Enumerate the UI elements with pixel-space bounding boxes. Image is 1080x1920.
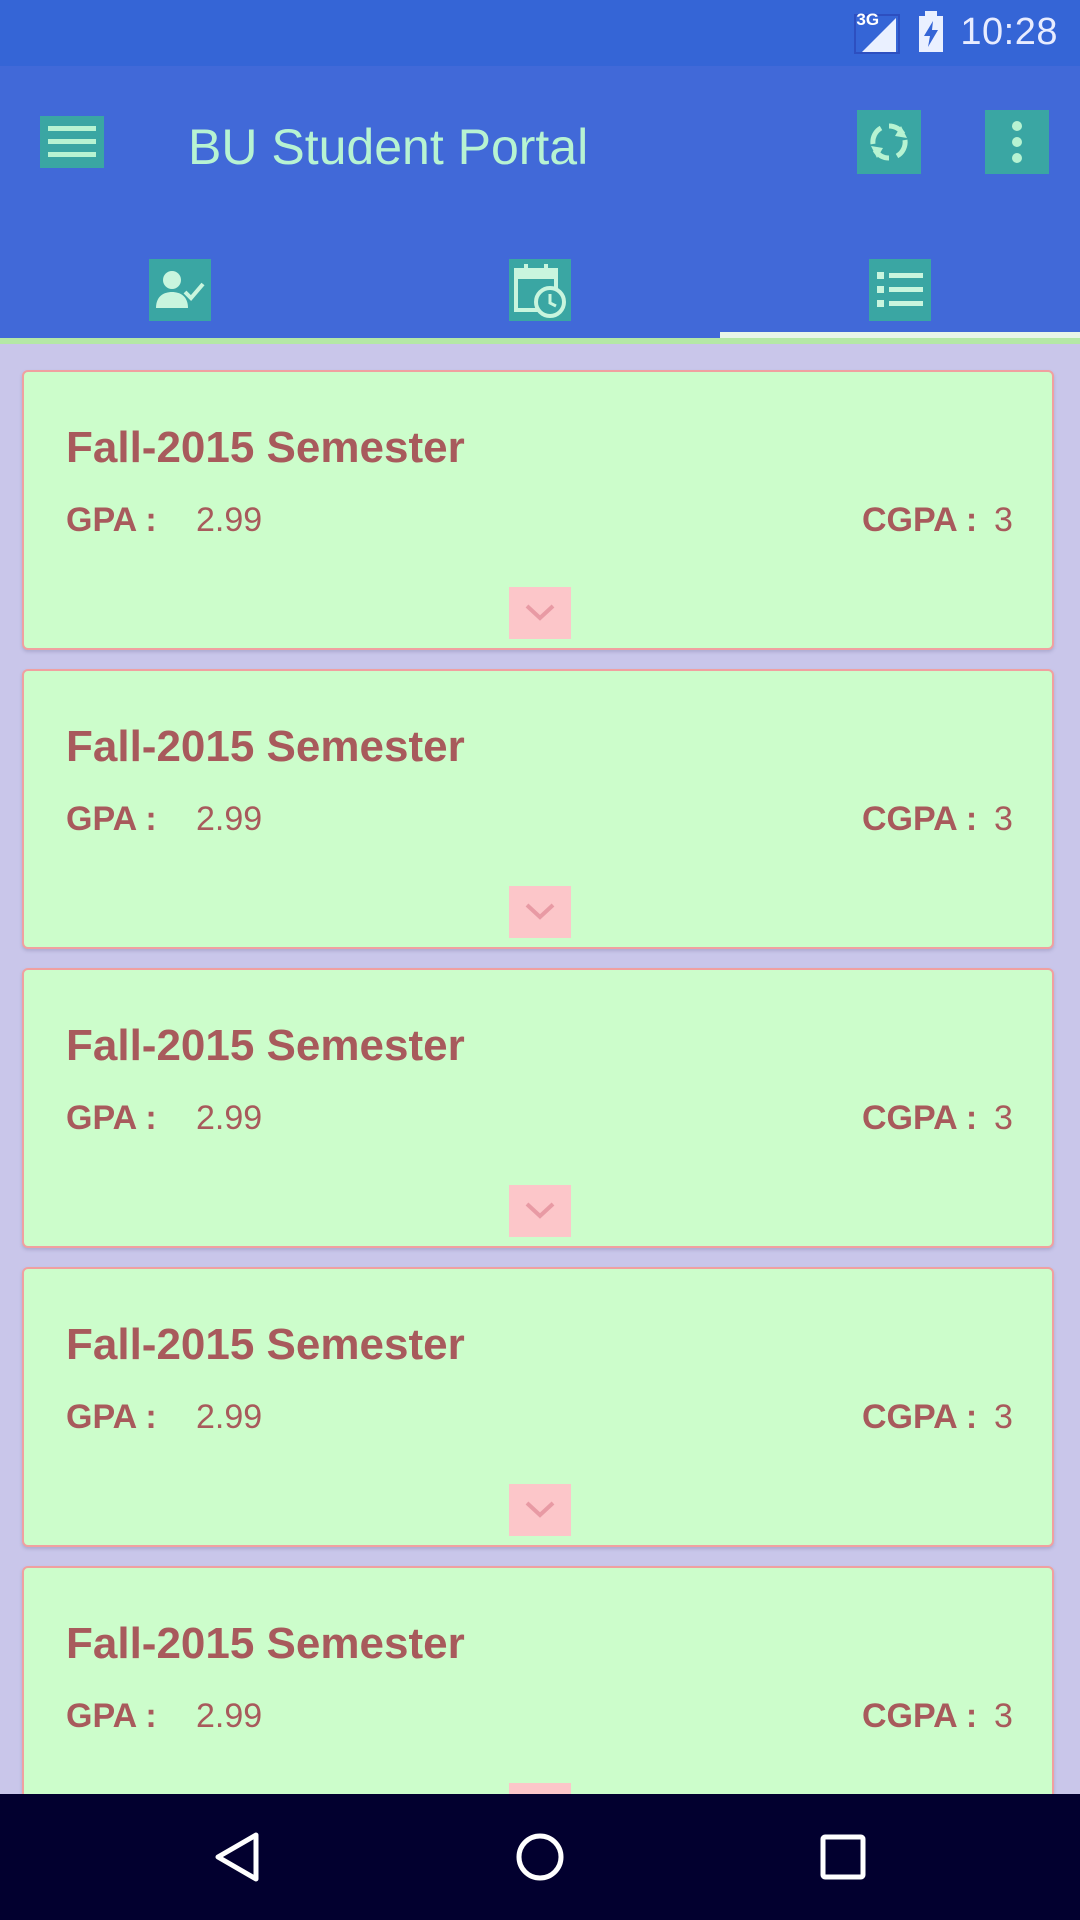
gpa-value: 2.99	[196, 800, 263, 838]
cgpa-value: 3	[994, 1697, 1013, 1735]
tab-profile[interactable]	[0, 244, 360, 336]
expand-button[interactable]	[509, 886, 571, 938]
home-button[interactable]	[505, 1822, 575, 1892]
battery-icon	[916, 11, 946, 53]
semester-card[interactable]: Fall-2015 Semester GPA : 2.99 CGPA : 3	[22, 1267, 1054, 1547]
status-icons: 3G 10:28	[854, 10, 1058, 54]
recent-apps-icon	[820, 1834, 866, 1880]
cgpa-value: 3	[994, 1398, 1013, 1436]
status-time: 10:28	[960, 10, 1058, 53]
semester-card[interactable]: Fall-2015 Semester GPA : 2.99 CGPA : 3	[22, 968, 1054, 1248]
recent-apps-button[interactable]	[808, 1822, 878, 1892]
gpa-value: 2.99	[196, 1099, 263, 1137]
screen: 3G 10:28 BU Student Portal Fall-2015 Sem…	[0, 0, 1080, 1920]
gpa-value: 2.99	[196, 1398, 263, 1436]
gpa-value: 2.99	[196, 501, 263, 539]
gpa-value: 2.99	[196, 1697, 263, 1735]
semester-title: Fall-2015 Semester	[66, 1619, 465, 1668]
gpa-label: GPA :	[66, 1099, 157, 1137]
expand-button[interactable]	[509, 1185, 571, 1237]
semester-card[interactable]: Fall-2015 Semester GPA : 2.99 CGPA : 3	[22, 669, 1054, 949]
tab-schedule[interactable]	[360, 244, 720, 336]
cgpa-label: CGPA :	[862, 501, 978, 539]
cgpa-label: CGPA :	[862, 1697, 978, 1735]
cgpa-label: CGPA :	[862, 1099, 978, 1137]
status-bar: 3G 10:28	[0, 0, 1080, 66]
more-options-button[interactable]	[985, 110, 1049, 174]
more-vert-icon	[1012, 121, 1022, 163]
back-button[interactable]	[202, 1822, 272, 1892]
navigation-bar	[0, 1794, 1080, 1920]
app-title: BU Student Portal	[188, 119, 589, 175]
home-icon	[516, 1833, 564, 1881]
chevron-down-icon	[525, 903, 555, 920]
gpa-label: GPA :	[66, 501, 157, 539]
semester-title: Fall-2015 Semester	[66, 423, 465, 472]
cgpa-label: CGPA :	[862, 800, 978, 838]
expand-button[interactable]	[509, 587, 571, 639]
semester-card[interactable]: Fall-2015 Semester GPA : 2.99 CGPA : 3	[22, 370, 1054, 650]
app-bar: BU Student Portal	[0, 66, 1080, 338]
semester-card[interactable]: Fall-2015 Semester GPA : 2.99 CGPA : 3	[22, 1566, 1054, 1794]
cgpa-value: 3	[994, 501, 1013, 539]
cgpa-value: 3	[994, 800, 1013, 838]
expand-button[interactable]	[509, 1783, 571, 1794]
chevron-down-icon	[525, 1501, 555, 1518]
calendar-clock-icon	[509, 259, 571, 321]
back-icon	[215, 1832, 259, 1882]
gpa-label: GPA :	[66, 1398, 157, 1436]
sync-icon	[870, 123, 908, 161]
chevron-down-icon	[525, 1202, 555, 1219]
cgpa-value: 3	[994, 1099, 1013, 1137]
semester-title: Fall-2015 Semester	[66, 722, 465, 771]
network-type: 3G	[856, 10, 880, 29]
cgpa-label: CGPA :	[862, 1398, 978, 1436]
semester-list: Fall-2015 Semester GPA : 2.99 CGPA : 3 F…	[0, 344, 1080, 1794]
sync-button[interactable]	[857, 110, 921, 174]
menu-button[interactable]	[40, 116, 104, 168]
gpa-label: GPA :	[66, 800, 157, 838]
chevron-down-icon	[525, 604, 555, 621]
semester-title: Fall-2015 Semester	[66, 1021, 465, 1070]
tab-results[interactable]	[720, 244, 1080, 336]
menu-icon	[48, 126, 96, 157]
gpa-label: GPA :	[66, 1697, 157, 1735]
profile-check-icon	[149, 259, 211, 321]
list-icon	[869, 259, 931, 321]
semester-title: Fall-2015 Semester	[66, 1320, 465, 1369]
signal-icon: 3G	[854, 10, 902, 54]
expand-button[interactable]	[509, 1484, 571, 1536]
